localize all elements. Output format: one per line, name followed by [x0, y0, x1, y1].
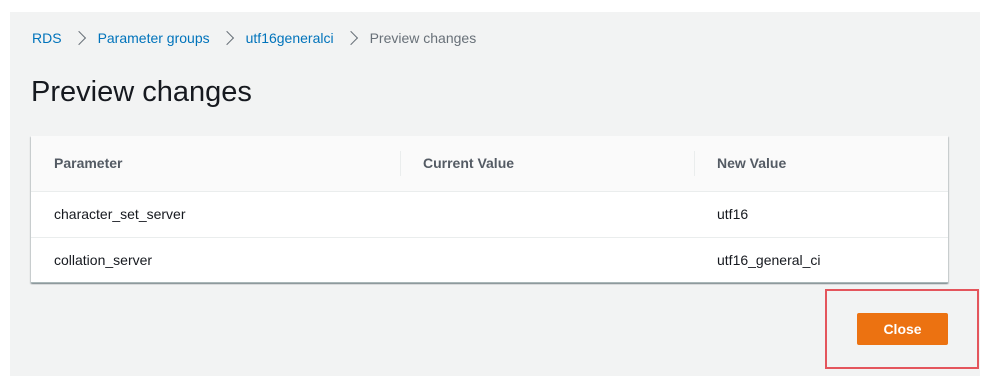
- current-value-cell: [400, 237, 694, 283]
- new-value-cell: utf16: [694, 191, 948, 238]
- breadcrumb-current: Preview changes: [369, 30, 477, 46]
- new-value-cell: utf16_general_ci: [717, 252, 821, 268]
- page-title: Preview changes: [31, 76, 252, 108]
- close-button[interactable]: Close: [857, 313, 948, 345]
- parameter-cell: character_set_server: [31, 191, 400, 238]
- preview-table-container: Parameter Current Value New Value charac…: [31, 136, 948, 283]
- table-row: character_set_server utf16: [31, 191, 948, 238]
- breadcrumb: RDS Parameter groups utf16generalci Prev…: [32, 28, 476, 48]
- preview-changes-table: Parameter Current Value New Value charac…: [31, 136, 948, 283]
- breadcrumb-rds-link[interactable]: RDS: [32, 30, 62, 46]
- table-header-row: Parameter Current Value New Value: [31, 136, 948, 192]
- chevron-right-icon: [71, 30, 86, 46]
- parameter-cell: collation_server: [54, 252, 153, 268]
- column-header-new-value: New Value: [694, 136, 948, 192]
- current-value-cell: [400, 191, 694, 238]
- chevron-right-icon: [343, 30, 358, 46]
- column-header-parameter: Parameter: [31, 136, 400, 192]
- table-row: collation_server utf16_general_ci: [31, 237, 948, 283]
- breadcrumb-parameter-groups-link[interactable]: Parameter groups: [98, 30, 210, 46]
- breadcrumb-parameter-group-link[interactable]: utf16generalci: [246, 30, 334, 46]
- chevron-right-icon: [219, 30, 234, 46]
- column-header-current-value: Current Value: [400, 136, 694, 192]
